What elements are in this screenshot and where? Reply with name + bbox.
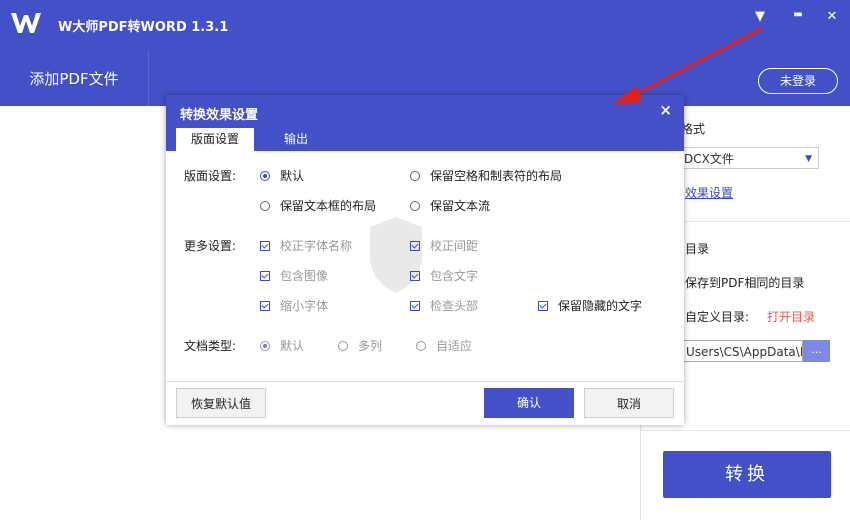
cancel-button[interactable]: 取消 bbox=[584, 388, 674, 418]
layout-settings-label: 版面设置: bbox=[184, 169, 237, 183]
option-fix-font-name[interactable]: 校正字体名称 bbox=[260, 237, 352, 254]
option-label: 包含文字 bbox=[430, 269, 479, 283]
layout-option-keep-spaces[interactable]: 保留空格和制表符的布局 bbox=[410, 167, 562, 184]
option-label: 检查头部 bbox=[430, 299, 479, 313]
w-logo-icon bbox=[11, 13, 41, 33]
radio-icon bbox=[416, 341, 426, 351]
output-path-field[interactable]: Users\CS\AppData\I bbox=[683, 340, 803, 362]
menu-dropdown-icon[interactable]: ▼ bbox=[750, 9, 770, 25]
option-label: 默认 bbox=[280, 339, 305, 353]
format-select-value: DCX文件 bbox=[684, 152, 734, 166]
option-label: 缩小字体 bbox=[280, 299, 329, 313]
close-icon[interactable]: × bbox=[659, 101, 672, 119]
option-label: 保留文本框的布局 bbox=[280, 199, 377, 213]
convert-button[interactable]: 转换 bbox=[663, 451, 831, 498]
radio-icon bbox=[260, 201, 270, 211]
option-label: 保留隐藏的文字 bbox=[558, 299, 643, 313]
doctype-option-default[interactable]: 默认 bbox=[260, 337, 304, 354]
checkbox-checked-icon bbox=[410, 241, 420, 251]
option-label: 自适应 bbox=[436, 339, 473, 353]
output-dir-label: 目录 bbox=[685, 242, 710, 256]
reset-defaults-button[interactable]: 恢复默认值 bbox=[176, 388, 266, 418]
save-same-dir-option[interactable]: 保存到PDF相同的目录 bbox=[685, 274, 804, 291]
tab-output[interactable]: 输出 bbox=[266, 128, 326, 151]
conversion-settings-dialog: 转换效果设置 × 版面设置 输出 版面设置: 默认 保留空格和制表符的布局 保留… bbox=[166, 95, 684, 425]
option-label: 默认 bbox=[280, 169, 305, 183]
close-window-icon[interactable]: ✕ bbox=[822, 9, 842, 25]
radio-selected-icon bbox=[260, 171, 270, 181]
tab-layout[interactable]: 版面设置 bbox=[176, 128, 254, 151]
checkbox-checked-icon bbox=[260, 301, 270, 311]
option-include-images[interactable]: 包含图像 bbox=[260, 267, 328, 284]
doctype-option-multicolumn[interactable]: 多列 bbox=[338, 337, 382, 354]
checkbox-checked-icon bbox=[538, 301, 548, 311]
checkbox-checked-icon bbox=[260, 241, 270, 251]
more-settings-label: 更多设置: bbox=[184, 239, 237, 253]
option-label: 多列 bbox=[358, 339, 383, 353]
divider bbox=[641, 430, 850, 431]
custom-dir-option[interactable]: 自定义目录: bbox=[685, 308, 749, 325]
add-pdf-button[interactable]: 添加PDF文件 bbox=[0, 50, 149, 106]
radio-icon bbox=[338, 341, 348, 351]
confirm-button[interactable]: 确认 bbox=[484, 388, 574, 418]
app-title: W大师PDF转WORD 1.3.1 bbox=[58, 20, 229, 35]
option-label: 保留空格和制表符的布局 bbox=[430, 169, 563, 183]
output-format-label: 格式 bbox=[681, 122, 706, 136]
layout-option-keep-textbox[interactable]: 保留文本框的布局 bbox=[260, 197, 376, 214]
dialog-header: 转换效果设置 × 版面设置 输出 bbox=[166, 95, 684, 151]
login-button[interactable]: 未登录 bbox=[758, 68, 838, 94]
option-shrink-font[interactable]: 缩小字体 bbox=[260, 297, 328, 314]
format-select[interactable]: DCX文件 ▼ bbox=[679, 147, 819, 169]
doctype-option-adaptive[interactable]: 自适应 bbox=[416, 337, 472, 354]
open-dir-link[interactable]: 打开目录 bbox=[767, 308, 815, 325]
option-keep-hidden-text[interactable]: 保留隐藏的文字 bbox=[538, 297, 642, 314]
dialog-footer: 恢复默认值 确认 取消 bbox=[166, 381, 684, 426]
radio-icon bbox=[410, 201, 420, 211]
chevron-down-icon: ▼ bbox=[805, 154, 812, 164]
option-label: 保留文本流 bbox=[430, 199, 491, 213]
layout-option-default[interactable]: 默认 bbox=[260, 167, 304, 184]
browse-button[interactable]: ... bbox=[803, 340, 830, 362]
checkbox-checked-icon bbox=[260, 271, 270, 281]
option-fix-spacing[interactable]: 校正间距 bbox=[410, 237, 478, 254]
minimize-icon[interactable]: ▬ bbox=[788, 9, 808, 25]
option-label: 校正字体名称 bbox=[280, 239, 353, 253]
dialog-title: 转换效果设置 bbox=[180, 108, 259, 123]
option-label: 包含图像 bbox=[280, 269, 329, 283]
layout-option-keep-flow[interactable]: 保留文本流 bbox=[410, 197, 490, 214]
option-include-text[interactable]: 包含文字 bbox=[410, 267, 478, 284]
effect-settings-link[interactable]: 效果设置 bbox=[685, 184, 733, 201]
checkbox-checked-icon bbox=[410, 271, 420, 281]
checkbox-checked-icon bbox=[410, 301, 420, 311]
option-check-header[interactable]: 检查头部 bbox=[410, 297, 478, 314]
doc-type-label: 文档类型: bbox=[184, 339, 237, 353]
option-label: 校正间距 bbox=[430, 239, 479, 253]
radio-icon bbox=[410, 171, 420, 181]
title-bar: W大师PDF转WORD 1.3.1 ▼ ▬ ✕ bbox=[0, 0, 850, 50]
radio-selected-icon bbox=[260, 341, 270, 351]
